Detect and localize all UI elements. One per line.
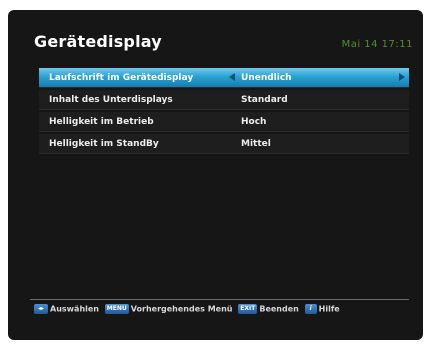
menu-key-icon: MENU xyxy=(104,304,129,314)
select-hint[interactable]: ◂▸ Auswählen xyxy=(34,304,99,314)
help-hint[interactable]: i Hilfe xyxy=(304,304,340,314)
menu-row-brightness-operation[interactable]: Helligkeit im Betrieb Hoch xyxy=(39,112,409,132)
menu-row-value: Standard xyxy=(241,95,288,105)
menu-row-label: Helligkeit im Betrieb xyxy=(49,117,154,127)
menu-row-label: Laufschrift im Gerätedisplay xyxy=(49,73,194,83)
tv-screen: Gerätedisplay Mai 14 17:11 Laufschrift i… xyxy=(8,10,423,340)
arrow-left-icon[interactable] xyxy=(229,73,235,81)
menu-hint-label: Vorhergehendes Menü xyxy=(130,304,233,314)
left-right-arrows-icon: ◂▸ xyxy=(34,304,48,314)
menu-row-value: Hoch xyxy=(241,117,267,127)
menu-row-value: Unendlich xyxy=(241,73,292,83)
help-hint-label: Hilfe xyxy=(318,304,340,314)
arrow-right-icon[interactable] xyxy=(399,73,405,81)
menu-row-subdisplay-content[interactable]: Inhalt des Unterdisplays Standard xyxy=(39,90,409,110)
settings-menu: Laufschrift im Gerätedisplay Unendlich I… xyxy=(39,68,409,156)
menu-row-label: Inhalt des Unterdisplays xyxy=(49,95,173,105)
menu-row-label: Helligkeit im StandBy xyxy=(49,139,159,149)
select-hint-label: Auswählen xyxy=(50,304,99,314)
exit-hint[interactable]: EXIT Beenden xyxy=(238,304,299,314)
info-key-icon: i xyxy=(304,304,317,314)
menu-row-brightness-standby[interactable]: Helligkeit im StandBy Mittel xyxy=(39,134,409,154)
menu-hint[interactable]: MENU Vorhergehendes Menü xyxy=(104,304,233,314)
page-title: Gerätedisplay xyxy=(34,32,162,51)
exit-key-icon: EXIT xyxy=(238,304,258,314)
footer-divider xyxy=(30,299,409,300)
menu-row-value: Mittel xyxy=(241,139,271,149)
footer-legend: ◂▸ Auswählen MENU Vorhergehendes Menü EXIT… xyxy=(34,304,343,314)
exit-hint-label: Beenden xyxy=(259,304,299,314)
clock: Mai 14 17:11 xyxy=(341,39,413,50)
menu-row-scrolling-text[interactable]: Laufschrift im Gerätedisplay Unendlich xyxy=(39,68,409,88)
